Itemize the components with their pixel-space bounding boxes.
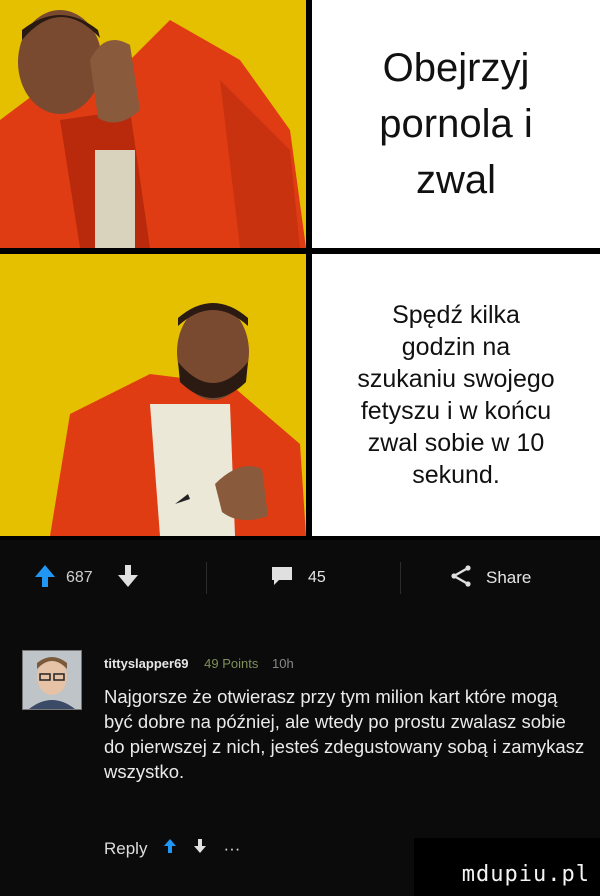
approve-figure bbox=[0, 254, 306, 536]
comment-count: 45 bbox=[308, 569, 326, 586]
comment-upvote-icon[interactable] bbox=[163, 838, 177, 859]
comments-button[interactable]: 45 bbox=[270, 540, 326, 616]
more-options-icon[interactable]: ··· bbox=[223, 839, 240, 859]
bottom-caption-line: fetyszu i w końcu bbox=[360, 397, 552, 425]
comment-username[interactable]: tittyslapper69 bbox=[104, 656, 189, 671]
bottom-caption-line: szukaniu swojego bbox=[357, 365, 555, 393]
comment-downvote-icon[interactable] bbox=[193, 838, 207, 859]
bottom-caption-line: sekund. bbox=[412, 461, 500, 489]
watermark: mdupiu.pl bbox=[461, 862, 590, 887]
comment-body: Najgorsze że otwierasz przy tym milion k… bbox=[104, 686, 585, 782]
divider bbox=[206, 562, 207, 594]
comment-time: 10h bbox=[272, 656, 294, 671]
top-caption-line: Obejrzyj bbox=[382, 46, 530, 90]
comment-actions: Reply ··· bbox=[104, 838, 240, 859]
share-label: Share bbox=[486, 568, 532, 587]
comment-bubble-icon bbox=[270, 565, 294, 592]
avatar[interactable] bbox=[22, 650, 82, 710]
bottom-caption-line: zwal sobie w 10 bbox=[367, 429, 545, 457]
upvote-count: 687 bbox=[66, 569, 93, 586]
post-action-bar: 687 45 Share bbox=[0, 540, 600, 617]
downvote-icon[interactable] bbox=[117, 564, 139, 593]
bottom-caption-line: Spędź kilka bbox=[392, 301, 520, 329]
reply-button[interactable]: Reply bbox=[104, 839, 147, 859]
comment-meta: tittyslapper69 49 Points 10h bbox=[104, 656, 294, 671]
meme-image: Obejrzyj pornola i zwal Spędź kilka godz… bbox=[0, 0, 600, 540]
meme-panel-disapprove bbox=[0, 0, 306, 248]
meme-bottom-caption: Spędź kilka godzin na szukaniu swojego f… bbox=[312, 254, 600, 536]
meme-panel-approve bbox=[0, 254, 306, 536]
upvote-group: 687 bbox=[34, 540, 139, 616]
disapprove-figure bbox=[0, 0, 306, 248]
share-icon bbox=[450, 564, 472, 592]
upvote-icon[interactable] bbox=[34, 564, 56, 593]
bottom-caption-line: godzin na bbox=[401, 333, 511, 361]
meme-top-caption: Obejrzyj pornola i zwal bbox=[312, 0, 600, 248]
top-caption-line: zwal bbox=[415, 158, 497, 202]
share-button[interactable]: Share bbox=[450, 540, 531, 616]
comment-points: 49 Points bbox=[204, 656, 259, 671]
divider bbox=[400, 562, 401, 594]
top-caption-line: pornola i bbox=[379, 102, 533, 146]
